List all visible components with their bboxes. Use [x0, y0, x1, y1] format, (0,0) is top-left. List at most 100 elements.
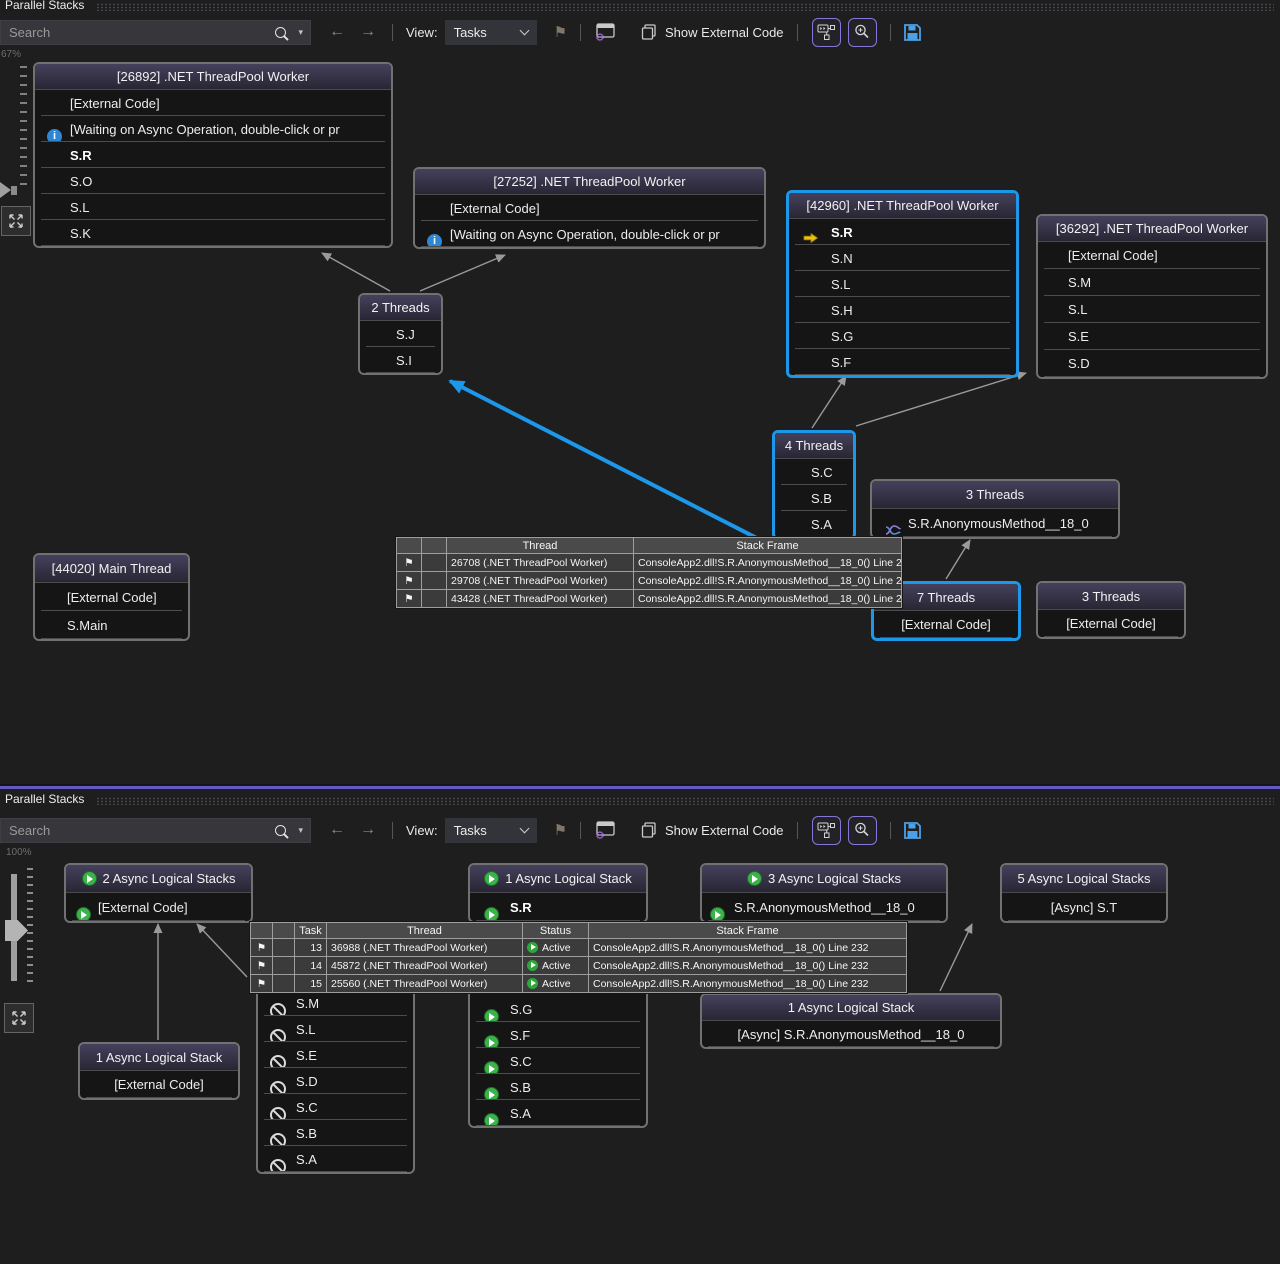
stack-frame[interactable]: [External Code] — [874, 611, 1018, 638]
stack-frame[interactable]: S.C — [775, 459, 853, 485]
stack-frame[interactable]: S.B — [775, 485, 853, 511]
stack-frame[interactable]: S.A — [470, 1100, 646, 1126]
stack-node-b1async_sr[interactable]: 1 Async Logical StackS.R — [468, 863, 648, 923]
stack-frame[interactable]: S.D — [1038, 350, 1266, 377]
stack-node-header[interactable]: 2 Threads — [360, 295, 441, 321]
stack-node-b2async[interactable]: 2 Async Logical Stacks[External Code] — [64, 863, 253, 923]
stack-frame[interactable]: [External Code] — [1038, 610, 1184, 637]
stack-frame[interactable]: [External Code] — [1038, 242, 1266, 269]
stack-node-header[interactable]: 5 Async Logical Stacks — [1002, 865, 1166, 893]
stack-frame[interactable]: [Async] S.T — [1002, 893, 1166, 921]
stack-node-header[interactable]: 1 Async Logical Stack — [80, 1044, 238, 1071]
stack-node-header[interactable]: [26892] .NET ThreadPool Worker — [35, 64, 391, 90]
stack-frame[interactable]: S.L — [35, 194, 391, 220]
flag-icon[interactable]: ⚑ — [251, 939, 273, 957]
stack-frame[interactable]: [External Code] — [415, 195, 764, 221]
stack-node-header[interactable]: [36292] .NET ThreadPool Worker — [1038, 216, 1266, 242]
stack-node-header[interactable]: 1 Async Logical Stack — [470, 865, 646, 893]
stack-node-header[interactable]: 3 Threads — [1038, 583, 1184, 610]
stack-frame[interactable]: S.D — [258, 1068, 413, 1094]
stack-frame[interactable]: S.M — [258, 990, 413, 1016]
stack-node-t3threads_ext[interactable]: 3 Threads[External Code] — [1036, 581, 1186, 639]
stack-frame[interactable]: [External Code] — [35, 583, 188, 611]
stack-frame[interactable]: S.N — [789, 245, 1016, 271]
stack-frame[interactable]: [External Code] — [66, 893, 251, 921]
stack-node-header[interactable]: 3 Threads — [872, 481, 1118, 509]
stack-node-t4threads[interactable]: 4 ThreadsS.CS.BS.A — [772, 430, 856, 540]
table-column-header[interactable]: Thread — [327, 923, 523, 939]
table-row[interactable]: ⚑29708 (.NET ThreadPool Worker)ConsoleAp… — [397, 572, 902, 590]
stack-node-header[interactable]: 2 Async Logical Stacks — [66, 865, 251, 893]
stack-frame[interactable]: S.O — [35, 168, 391, 194]
table-row[interactable]: ⚑43428 (.NET ThreadPool Worker)ConsoleAp… — [397, 590, 902, 608]
stack-node-header[interactable]: 3 Async Logical Stacks — [702, 865, 946, 893]
table-column-header[interactable]: Status — [523, 923, 589, 939]
stack-node-br1async[interactable]: 1 Async Logical Stack[External Code] — [78, 1042, 240, 1100]
stack-frame[interactable]: S.B — [258, 1120, 413, 1146]
stack-node-t42960[interactable]: [42960] .NET ThreadPool WorkerS.RS.NS.LS… — [786, 190, 1019, 378]
flag-icon[interactable]: ⚑ — [397, 554, 422, 572]
stack-frame[interactable]: S.G — [470, 996, 646, 1022]
stack-frame[interactable]: S.Main — [35, 611, 188, 639]
flag-icon[interactable]: ⚑ — [251, 957, 273, 975]
stack-frame[interactable]: S.G — [789, 323, 1016, 349]
stack-frame[interactable]: [Async] S.R.AnonymousMethod__18_0 — [702, 1021, 1000, 1047]
flag-icon[interactable]: ⚑ — [397, 572, 422, 590]
stack-frame[interactable]: S.L — [258, 1016, 413, 1042]
stack-node-b5async[interactable]: 5 Async Logical Stacks[Async] S.T — [1000, 863, 1168, 923]
stack-node-t36292[interactable]: [36292] .NET ThreadPool Worker[External … — [1036, 214, 1268, 379]
stack-node-header[interactable]: [27252] .NET ThreadPool Worker — [415, 169, 764, 195]
stack-node-t26892[interactable]: [26892] .NET ThreadPool Worker[External … — [33, 62, 393, 248]
table-column-header[interactable]: Thread — [447, 538, 634, 554]
stack-frame[interactable]: S.R — [789, 219, 1016, 245]
table-row[interactable]: ⚑26708 (.NET ThreadPool Worker)ConsoleAp… — [397, 554, 902, 572]
stack-frame[interactable]: S.F — [789, 349, 1016, 375]
stack-frame[interactable]: S.R.AnonymousMethod__18_0 — [702, 893, 946, 921]
stack-frame[interactable]: S.A — [775, 511, 853, 537]
stack-node-bq1async[interactable]: 1 Async Logical Stack[Async] S.R.Anonymo… — [700, 993, 1002, 1049]
stack-frame[interactable]: S.B — [470, 1074, 646, 1100]
stack-node-header[interactable]: [42960] .NET ThreadPool Worker — [789, 193, 1016, 219]
table-row[interactable]: ⚑1445872 (.NET ThreadPool Worker)ActiveC… — [251, 957, 907, 975]
table-column-header[interactable]: Stack Frame — [589, 923, 907, 939]
stack-node-header[interactable]: 4 Threads — [775, 433, 853, 459]
stack-node-t27252[interactable]: [27252] .NET ThreadPool Worker[External … — [413, 167, 766, 249]
stack-frame[interactable]: S.L — [1038, 296, 1266, 323]
stack-frame[interactable]: S.E — [1038, 323, 1266, 350]
stack-frame[interactable]: S.C — [470, 1048, 646, 1074]
flag-icon[interactable]: ⚑ — [397, 590, 422, 608]
table-column-header[interactable] — [422, 538, 447, 554]
stack-frame[interactable]: S.R — [470, 893, 646, 921]
stack-frame[interactable]: S.H — [789, 297, 1016, 323]
stack-frame-label: S.L — [35, 200, 90, 215]
stack-frame[interactable]: S.E — [258, 1042, 413, 1068]
stack-frame[interactable]: S.K — [35, 220, 391, 246]
table-row[interactable]: ⚑1525560 (.NET ThreadPool Worker)ActiveC… — [251, 975, 907, 993]
stack-frame[interactable]: S.A — [258, 1146, 413, 1172]
stack-frame[interactable]: i[Waiting on Async Operation, double-cli… — [35, 116, 391, 142]
stack-frame[interactable]: S.L — [789, 271, 1016, 297]
stack-frame[interactable]: i[Waiting on Async Operation, double-cli… — [415, 221, 764, 247]
stack-frame[interactable]: S.C — [258, 1094, 413, 1120]
stack-frame[interactable]: S.J — [360, 321, 441, 347]
stack-node-header[interactable]: [44020] Main Thread — [35, 555, 188, 583]
table-column-header[interactable] — [273, 923, 295, 939]
stack-frame[interactable]: [External Code] — [80, 1071, 238, 1098]
stack-frame[interactable]: [External Code] — [35, 90, 391, 116]
table-column-header[interactable]: Task — [295, 923, 327, 939]
stack-frame[interactable]: S.R.AnonymousMethod__18_0 — [872, 509, 1118, 537]
table-row[interactable]: ⚑1336988 (.NET ThreadPool Worker)ActiveC… — [251, 939, 907, 957]
table-column-header[interactable]: Stack Frame — [634, 538, 902, 554]
stack-node-t2threads[interactable]: 2 ThreadsS.JS.I — [358, 293, 443, 375]
stack-frame[interactable]: S.I — [360, 347, 441, 373]
stack-node-header[interactable]: 1 Async Logical Stack — [702, 995, 1000, 1021]
stack-node-t3threads_anon[interactable]: 3 ThreadsS.R.AnonymousMethod__18_0 — [870, 479, 1120, 539]
stack-frame[interactable]: S.M — [1038, 269, 1266, 296]
flag-icon[interactable]: ⚑ — [251, 975, 273, 993]
stack-frame[interactable]: S.R — [35, 142, 391, 168]
stack-node-t44020[interactable]: [44020] Main Thread[External Code]S.Main — [33, 553, 190, 641]
stack-node-b3async[interactable]: 3 Async Logical StacksS.R.AnonymousMetho… — [700, 863, 948, 923]
table-column-header[interactable] — [251, 923, 273, 939]
stack-frame[interactable]: S.F — [470, 1022, 646, 1048]
table-column-header[interactable] — [397, 538, 422, 554]
